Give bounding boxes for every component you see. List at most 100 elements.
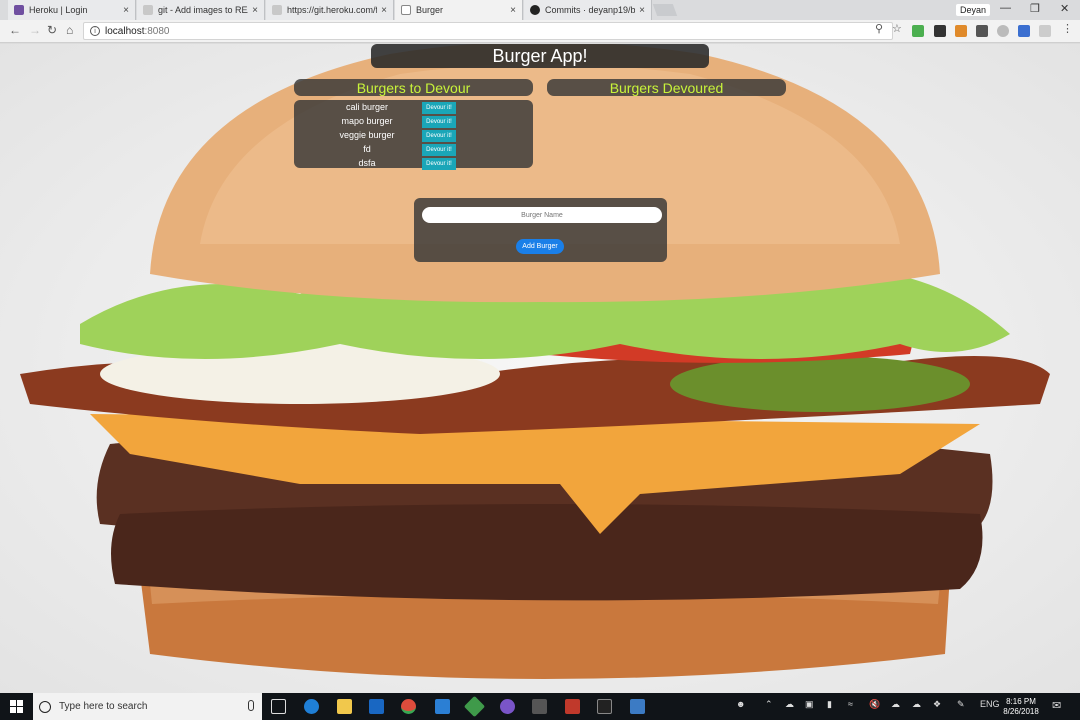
burgers-devoured-heading: Burgers Devoured — [547, 79, 786, 96]
burger-name: dsfa — [358, 158, 376, 168]
chevron-up-icon[interactable]: ⌃ — [765, 699, 773, 710]
forward-arrow-icon[interactable]: → — [29, 23, 41, 37]
git-icon[interactable] — [463, 695, 486, 718]
tab-label: Commits · deyanp19/bur — [545, 5, 636, 15]
search-placeholder: Type here to search — [59, 701, 148, 712]
close-tab-icon[interactable]: × — [510, 5, 516, 16]
extension-icon[interactable] — [955, 25, 967, 37]
browser-toolbar: ← → ↻ ⌂ i localhost:8080 ⚲ ☆ ⋮ — [0, 20, 1080, 43]
close-window-icon[interactable]: ✕ — [1060, 2, 1069, 15]
chrome-icon[interactable] — [401, 699, 416, 714]
back-arrow-icon[interactable]: ← — [9, 23, 21, 37]
burger-name-input[interactable] — [422, 207, 662, 223]
file-explorer-icon[interactable] — [337, 699, 352, 714]
url-host: localhost — [105, 25, 145, 37]
list-item: dsfa Devour it! — [294, 157, 533, 170]
extension-icon[interactable] — [997, 25, 1009, 37]
devour-button[interactable]: Devour it! — [422, 116, 456, 128]
battery-icon[interactable]: ▮ — [827, 699, 832, 710]
clock-time: 8:16 PM — [1006, 697, 1036, 706]
extension-icon[interactable] — [912, 25, 924, 37]
page-favicon-icon — [272, 5, 282, 15]
devour-button[interactable]: Devour it! — [422, 158, 456, 170]
burger-background-image — [20, 44, 1050, 679]
restore-icon[interactable]: ❐ — [1030, 2, 1040, 15]
page-title: Burger App! — [371, 44, 709, 68]
calculator-icon[interactable] — [532, 699, 547, 714]
app-icon[interactable] — [630, 699, 645, 714]
close-tab-icon[interactable]: × — [252, 5, 258, 16]
tab-label: Burger — [416, 5, 444, 15]
bookmark-star-icon[interactable]: ☆ — [892, 22, 902, 35]
info-icon[interactable]: i — [90, 26, 100, 36]
add-burger-button[interactable]: Add Burger — [516, 239, 564, 254]
cloud-upload-icon[interactable]: ☁ — [891, 699, 900, 710]
minimize-icon[interactable]: — — [1000, 2, 1011, 14]
dropbox-icon[interactable]: ❖ — [933, 699, 941, 710]
extension-icon[interactable] — [1018, 25, 1030, 37]
tab-label: git - Add images to READ — [158, 5, 248, 15]
page-favicon-icon — [401, 5, 411, 15]
tab-label: Heroku | Login — [29, 5, 88, 15]
taskbar-search[interactable]: Type here to search — [33, 693, 262, 720]
page-favicon-icon — [143, 5, 153, 15]
people-icon[interactable]: ☻ — [736, 699, 745, 709]
menu-icon[interactable]: ⋮ — [1062, 22, 1073, 35]
devour-button[interactable]: Devour it! — [422, 130, 456, 142]
list-item: veggie burger Devour it! — [294, 129, 533, 142]
close-tab-icon[interactable]: × — [123, 5, 129, 16]
tab-git-readme[interactable]: git - Add images to READ × — [137, 0, 265, 20]
reload-icon[interactable]: ↻ — [47, 23, 57, 37]
access-icon[interactable] — [565, 699, 580, 714]
terminal-icon[interactable] — [597, 699, 612, 714]
list-item: cali burger Devour it! — [294, 101, 533, 114]
new-tab-button[interactable] — [652, 4, 678, 16]
cortana-icon — [39, 700, 51, 713]
pen-icon[interactable]: ✎ — [957, 699, 965, 710]
onedrive-icon[interactable]: ☁ — [785, 699, 794, 710]
tray-app-icon[interactable]: ▣ — [805, 699, 814, 710]
extension-icon[interactable] — [1039, 25, 1051, 37]
clock-date: 8/26/2018 — [1003, 707, 1039, 716]
windows-start-icon[interactable] — [10, 700, 23, 713]
close-tab-icon[interactable]: × — [381, 5, 387, 16]
tab-git-heroku[interactable]: https://git.heroku.com/fr × — [266, 0, 394, 20]
list-item: mapo burger Devour it! — [294, 115, 533, 128]
burgers-to-devour-heading: Burgers to Devour — [294, 79, 533, 96]
home-icon[interactable]: ⌂ — [66, 23, 73, 37]
volume-muted-icon[interactable]: 🔇 — [869, 699, 880, 710]
viber-icon[interactable] — [500, 699, 515, 714]
burger-name: cali burger — [345, 102, 389, 112]
tab-commits[interactable]: Commits · deyanp19/bur × — [524, 0, 652, 20]
outlook-icon[interactable] — [369, 699, 384, 714]
tab-heroku-login[interactable]: Heroku | Login × — [8, 0, 136, 20]
extension-icon[interactable] — [976, 25, 988, 37]
devour-button[interactable]: Devour it! — [422, 102, 456, 114]
taskbar-clock[interactable]: 8:16 PM 8/26/2018 — [1000, 697, 1042, 717]
github-favicon-icon — [530, 5, 540, 15]
wifi-icon[interactable]: ≈ — [848, 699, 853, 709]
action-center-icon[interactable]: ✉ — [1052, 699, 1061, 712]
zoom-icon[interactable]: ⚲ — [875, 22, 883, 35]
cloud-upload-icon[interactable]: ☁ — [912, 699, 921, 710]
burgers-to-devour-list: cali burger Devour it! mapo burger Devou… — [294, 100, 533, 170]
extension-icon[interactable] — [934, 25, 946, 37]
list-item: fd Devour it! — [294, 143, 533, 156]
close-tab-icon[interactable]: × — [639, 5, 645, 16]
devour-button[interactable]: Devour it! — [422, 144, 456, 156]
tab-label: https://git.heroku.com/fr — [287, 5, 378, 15]
tab-burger[interactable]: Burger × — [395, 0, 523, 20]
burger-name: mapo burger — [341, 116, 393, 126]
url-port: :8080 — [144, 25, 170, 37]
windows-taskbar: Type here to search ☻ ⌃ ☁ ▣ ▮ ≈ 🔇 ☁ ☁ ❖ … — [0, 693, 1080, 720]
task-view-icon[interactable] — [271, 699, 286, 714]
burger-name: veggie burger — [339, 130, 395, 140]
edge-icon[interactable] — [304, 699, 319, 714]
address-bar[interactable]: i localhost:8080 — [83, 22, 893, 40]
microphone-icon[interactable] — [248, 700, 254, 711]
heroku-favicon-icon — [14, 5, 24, 15]
vscode-icon[interactable] — [435, 699, 450, 714]
language-indicator[interactable]: ENG — [980, 699, 1000, 709]
browser-tabstrip: Heroku | Login × git - Add images to REA… — [0, 0, 1080, 20]
profile-button[interactable]: Deyan — [956, 4, 991, 16]
